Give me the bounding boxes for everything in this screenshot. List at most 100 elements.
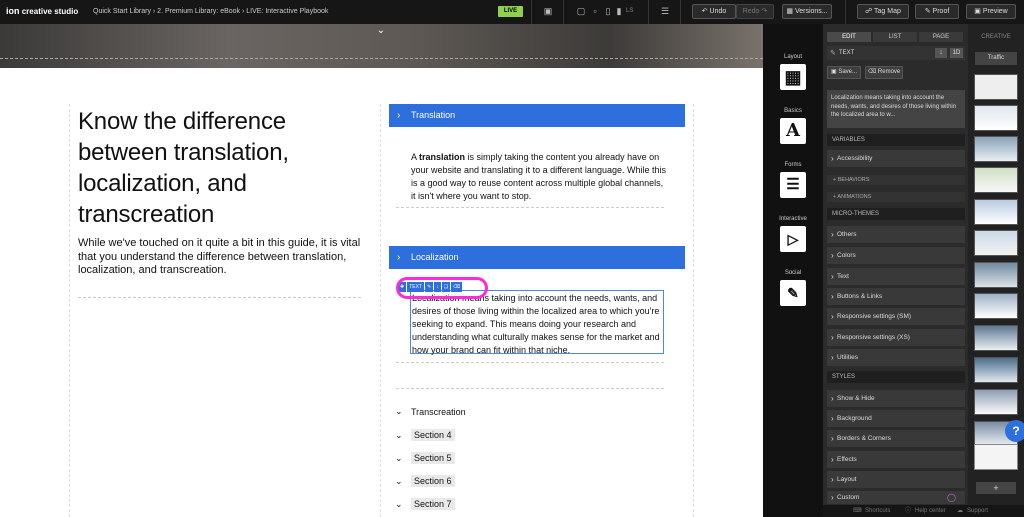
live-badge: LIVE <box>498 6 523 17</box>
brand-logo-mark: ion <box>6 6 20 16</box>
translation-body[interactable]: A translation is simply taking the conte… <box>411 151 667 203</box>
style-background[interactable]: Background <box>827 410 965 428</box>
mobile-toggle-icon[interactable]: ▣ <box>543 6 553 16</box>
module-label: Interactive <box>779 216 807 222</box>
micro-theme-responsive-xs[interactable]: Responsive settings (XS) <box>827 329 965 347</box>
accessibility-row[interactable]: Accessibility <box>827 150 965 168</box>
layout-thumbnail[interactable] <box>974 167 1018 193</box>
layout-thumbnail[interactable] <box>974 199 1018 225</box>
chevron-right-icon: › <box>397 110 401 121</box>
divider <box>648 0 649 24</box>
tag-icon: ☍ <box>865 8 873 15</box>
text-preview[interactable]: Localization means taking into account t… <box>827 90 965 128</box>
help-icon: ⓘ <box>905 508 912 514</box>
layout-thumbnail[interactable] <box>974 357 1018 383</box>
phone-icon[interactable]: ▮ <box>614 6 624 16</box>
add-layout-button[interactable]: + <box>976 482 1016 494</box>
module-basics[interactable]: Basics A <box>763 108 823 144</box>
micro-theme-text[interactable]: Text <box>827 268 965 286</box>
tab-list[interactable]: LIST <box>873 32 917 42</box>
footer-bar: ⌨ Shortcuts ⓘ Help center ☁ Support <box>823 505 1024 517</box>
micro-theme-others[interactable]: Others <box>827 226 965 244</box>
layout-thumbnail[interactable] <box>974 105 1018 131</box>
module-sidebar: Layout ▦ Basics A Forms ☰ Interactive ▷ … <box>763 24 823 517</box>
layout-thumbnail[interactable] <box>974 136 1018 162</box>
chevron-down-icon[interactable]: ⌄ <box>374 25 388 39</box>
layout-thumbnail[interactable] <box>974 389 1018 415</box>
creative-header[interactable]: CREATIVE <box>968 34 1024 40</box>
desktop-icon[interactable]: ▢ <box>576 6 586 16</box>
device-ls-label[interactable]: LS <box>626 8 633 14</box>
bold-term: translation <box>419 152 466 162</box>
module-social[interactable]: Social ✎ <box>763 270 823 306</box>
settings-sliders-icon[interactable]: ☰ <box>660 6 670 16</box>
support-link[interactable]: Support <box>967 505 988 517</box>
module-forms[interactable]: Forms ☰ <box>763 162 823 198</box>
module-interactive[interactable]: Interactive ▷ <box>763 216 823 252</box>
help-button[interactable]: ? <box>1005 420 1024 442</box>
column-guide <box>380 104 381 517</box>
chevron-down-icon: ⌄ <box>395 499 403 509</box>
trash-icon: ⌫ <box>867 69 877 75</box>
module-layout[interactable]: Layout ▦ <box>763 54 823 90</box>
proof-button[interactable]: ✎ Proof <box>915 4 959 19</box>
layout-thumbnail[interactable] <box>974 262 1018 288</box>
layout-thumbnail[interactable] <box>974 325 1018 351</box>
intro-paragraph[interactable]: While we've touched on it quite a bit in… <box>78 237 363 278</box>
accordion-label: Localization <box>411 252 459 262</box>
hero-image: ⌄ <box>0 24 763 68</box>
module-label: Layout <box>783 54 802 60</box>
help-center-link[interactable]: Help center <box>915 505 946 517</box>
divider <box>563 0 564 24</box>
download-icon[interactable]: ↓ <box>935 48 947 58</box>
divider <box>680 0 681 24</box>
traffic-button[interactable]: Traffic <box>975 52 1017 65</box>
chat-icon: ✎ <box>780 280 806 306</box>
tab-edit[interactable]: EDIT <box>827 32 871 42</box>
tab-page[interactable]: PAGE <box>919 32 963 42</box>
style-show-hide[interactable]: Show & Hide <box>827 390 965 408</box>
accordion-translation[interactable]: › Translation <box>389 104 685 127</box>
remove-button[interactable]: ⌫ Remove <box>865 66 903 79</box>
play-icon: ▷ <box>780 226 806 252</box>
tag-map-label: Tag Map <box>874 8 901 15</box>
preview-button[interactable]: ▣ Preview <box>966 4 1016 19</box>
shortcuts-link[interactable]: Shortcuts <box>865 505 890 517</box>
style-custom[interactable]: Custom <box>827 491 965 505</box>
chevron-down-icon: ⌄ <box>395 476 403 486</box>
micro-theme-colors[interactable]: Colors <box>827 247 965 265</box>
layout-thumbnail[interactable] <box>974 74 1018 100</box>
save-label: Save... <box>838 69 858 75</box>
page-heading[interactable]: Know the difference between translation,… <box>78 106 348 230</box>
module-label: Forms <box>784 162 802 168</box>
layout-thumbnail[interactable] <box>974 293 1018 319</box>
style-borders-corners[interactable]: Borders & Corners <box>827 430 965 448</box>
behaviors-toggle[interactable]: + BEHAVIORS <box>827 175 965 185</box>
layout-thumbnail[interactable] <box>974 230 1018 256</box>
style-layout[interactable]: Layout <box>827 471 965 489</box>
laptop-icon[interactable]: ▫ <box>590 6 600 16</box>
editor-canvas[interactable]: ⌄ Know the difference between translatio… <box>0 24 763 517</box>
micro-theme-buttons-links[interactable]: Buttons & Links <box>827 288 965 306</box>
breadcrumb[interactable]: Quick Start Library › 2. Premium Library… <box>93 8 328 15</box>
animations-toggle[interactable]: + ANIMATIONS <box>827 192 965 202</box>
tablet-icon[interactable]: ▯ <box>603 6 613 16</box>
column-guide <box>69 104 70 517</box>
tag-map-button[interactable]: ☍ Tag Map <box>857 4 909 19</box>
brand-logo[interactable]: ion creative studio <box>6 6 78 16</box>
micro-theme-responsive-sm[interactable]: Responsive settings (SM) <box>827 308 965 326</box>
redo-button[interactable]: Redo ↷ <box>736 4 774 19</box>
style-effects[interactable]: Effects <box>827 451 965 469</box>
versions-button[interactable]: ▦ Versions... <box>782 4 832 19</box>
layout-icon: ▦ <box>780 64 806 90</box>
undo-button[interactable]: ↶ Undo <box>692 4 736 19</box>
block-boundary <box>396 388 664 389</box>
element-id-badge[interactable]: 1D <box>950 48 963 58</box>
layout-thumbnail-selected[interactable] <box>974 444 1018 470</box>
localization-body[interactable]: Localization means taking into account t… <box>412 292 664 357</box>
chevron-down-icon: ⌄ <box>395 430 403 440</box>
accordion-localization[interactable]: › Localization <box>389 246 685 269</box>
accordion-label: Section 4 <box>411 429 455 441</box>
micro-theme-utilities[interactable]: Utilities <box>827 349 965 367</box>
save-button[interactable]: ▣ Save... <box>827 66 861 79</box>
